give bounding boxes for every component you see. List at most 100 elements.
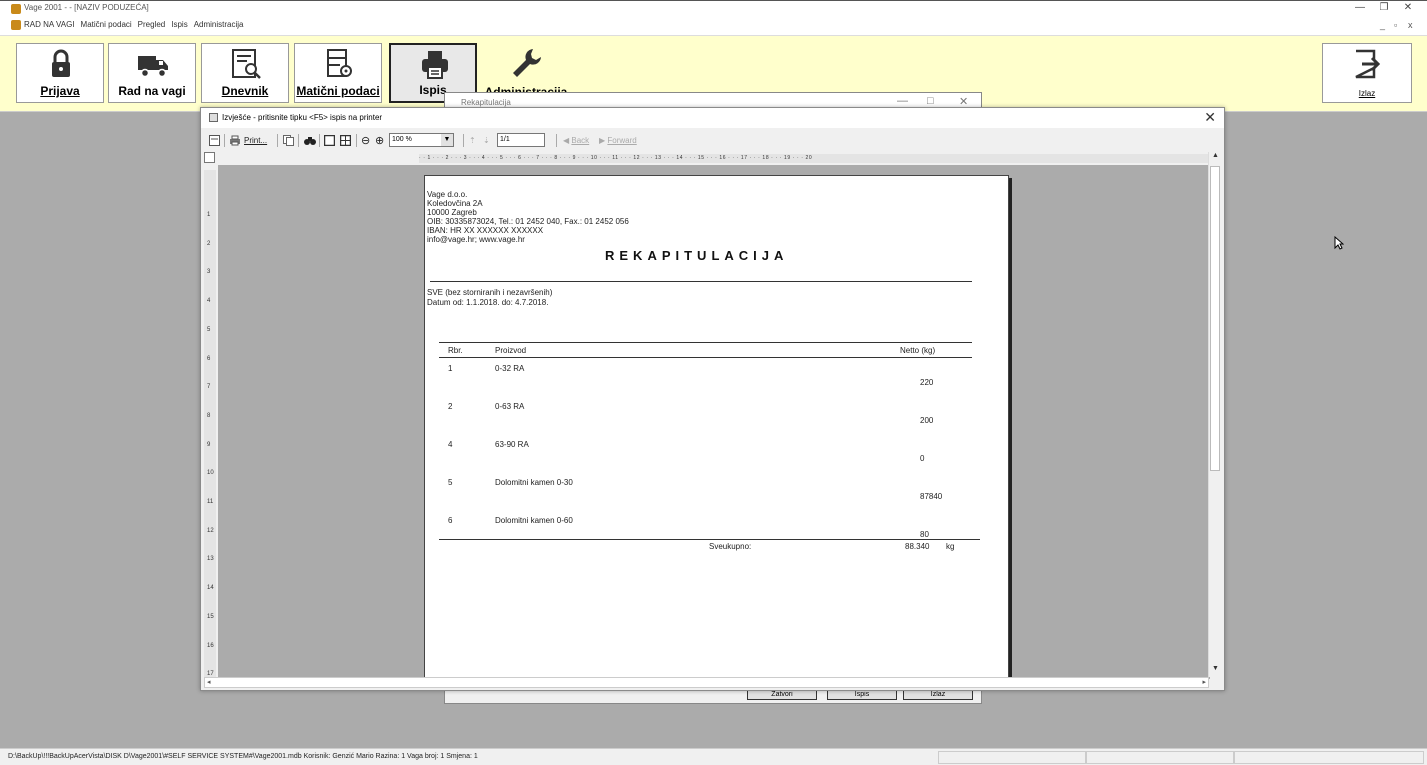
ruler-mark: 4 bbox=[207, 298, 211, 305]
preview-close-button[interactable]: ✕ bbox=[1204, 109, 1216, 126]
mdi-app-icon bbox=[11, 20, 21, 30]
ruler-mark: 13 bbox=[207, 556, 214, 563]
zoom-value: 100 % bbox=[392, 136, 412, 143]
scroll-right-icon[interactable]: ▸ bbox=[1202, 678, 1206, 686]
rad-na-vagi-button[interactable]: Rad na vagi bbox=[108, 43, 196, 103]
report-heading: REKAPITULACIJA bbox=[605, 248, 789, 263]
forward-button[interactable]: ▶ Forward bbox=[599, 132, 637, 148]
row-rbr: 5 bbox=[448, 478, 453, 487]
printer-icon bbox=[422, 51, 448, 79]
menu-ispis[interactable]: Ispis bbox=[171, 20, 187, 29]
menu-administracija[interactable]: Administracija bbox=[194, 20, 244, 29]
total-label: Sveukupno: bbox=[709, 542, 752, 551]
preview-toolbar: Print... ⊖ ⊕ 100 % ▼ ⇡ ⇣ 1/1 ◀ Back ▶ Fo… bbox=[201, 132, 1224, 150]
vertical-scrollbar[interactable]: ▲ ▼ bbox=[1208, 152, 1221, 677]
dnevnik-button[interactable]: Dnevnik bbox=[201, 43, 289, 103]
report-icon bbox=[209, 113, 218, 122]
scroll-up-icon[interactable]: ▲ bbox=[1209, 152, 1222, 164]
zatvori-button[interactable]: Zatvori bbox=[747, 690, 817, 700]
page-setup-icon[interactable] bbox=[209, 132, 220, 148]
row-netto: 80 bbox=[920, 530, 929, 539]
single-page-icon[interactable] bbox=[324, 132, 335, 148]
zoom-in-icon[interactable]: ⊕ bbox=[375, 132, 384, 148]
copy-icon[interactable] bbox=[283, 132, 294, 148]
menu-rad-na-vagi[interactable]: RAD NA VAGI bbox=[24, 20, 75, 29]
zoom-out-icon[interactable]: ⊖ bbox=[361, 132, 370, 148]
scroll-left-icon[interactable]: ◂ bbox=[207, 678, 211, 686]
column-netto: Netto (kg) bbox=[900, 346, 936, 355]
status-cell bbox=[1234, 751, 1424, 764]
ruler-mark: 10 bbox=[207, 470, 214, 477]
minimize-button[interactable]: — bbox=[1350, 2, 1370, 13]
ruler-mark: 9 bbox=[207, 441, 211, 448]
total-line bbox=[439, 539, 980, 540]
exit-icon bbox=[1355, 49, 1381, 79]
company-city: 10000 Zagreb bbox=[427, 208, 477, 217]
close-button[interactable]: ✕ bbox=[1398, 2, 1418, 13]
company-name: Vage d.o.o. bbox=[427, 190, 468, 199]
report-filter: SVE (bez storniranih i nezavršenih) bbox=[427, 288, 553, 297]
wrench-icon bbox=[513, 49, 541, 77]
row-netto: 200 bbox=[920, 416, 934, 425]
rekapitulacija-maximize-button[interactable]: □ bbox=[927, 95, 934, 107]
page-number-field[interactable]: 1/1 bbox=[497, 133, 545, 147]
izlaz-label: Izlaz bbox=[1358, 89, 1376, 98]
back-label: Back bbox=[571, 135, 590, 145]
dnevnik-label: Dnevnik bbox=[221, 84, 269, 98]
status-cell bbox=[1086, 751, 1234, 764]
row-netto: 87840 bbox=[920, 492, 943, 501]
rekapitulacija-minimize-button[interactable]: — bbox=[897, 95, 908, 107]
company-oib: OIB: 30335873024, Tel.: 01 2452 040, Fax… bbox=[427, 217, 629, 226]
ruler-mark: 12 bbox=[207, 527, 214, 534]
print-icon bbox=[230, 135, 240, 145]
next-page-icon[interactable]: ⇣ bbox=[483, 132, 490, 148]
ruler-mark: 16 bbox=[207, 642, 214, 649]
lock-icon bbox=[52, 49, 70, 77]
mdi-restore-button[interactable]: ▫ bbox=[1394, 20, 1397, 30]
horizontal-scrollbar[interactable]: ◂ ▸ bbox=[204, 677, 1209, 688]
menu-maticni-podaci[interactable]: Matični podaci bbox=[81, 20, 132, 29]
print-button[interactable]: Print... bbox=[229, 132, 267, 148]
menu-pregled[interactable]: Pregled bbox=[138, 20, 166, 29]
scroll-down-icon[interactable]: ▼ bbox=[1209, 665, 1222, 677]
prijava-button[interactable]: Prijava bbox=[16, 43, 104, 103]
header-divider bbox=[430, 281, 972, 282]
row-product: Dolomitni kamen 0-30 bbox=[495, 478, 573, 487]
status-cell bbox=[938, 751, 1086, 764]
row-product: 0-32 RA bbox=[495, 364, 525, 373]
rekapitulacija-title: Rekapitulacija bbox=[461, 98, 511, 107]
maticni-podaci-label: Matični podaci bbox=[296, 84, 380, 98]
row-rbr: 1 bbox=[448, 364, 453, 373]
title-bar: Vage 2001 - - [NAZIV PODUZEĆA] — ❐ ✕ bbox=[0, 0, 1427, 16]
find-icon[interactable] bbox=[304, 132, 316, 148]
mdi-minimize-button[interactable]: _ bbox=[1380, 20, 1385, 30]
row-product: Dolomitni kamen 0-60 bbox=[495, 516, 573, 525]
status-bar: D:\BackUp\!!!BackUpAcerVista\DISK D\Vage… bbox=[0, 748, 1427, 765]
app-icon bbox=[11, 4, 21, 14]
ruler-mark: 14 bbox=[207, 585, 214, 592]
behind-ispis-button[interactable]: Ispis bbox=[827, 690, 897, 700]
maticni-podaci-button[interactable]: Matični podaci bbox=[294, 43, 382, 103]
previous-page-icon[interactable]: ⇡ bbox=[469, 132, 476, 148]
company-email: info@vage.hr; www.vage.hr bbox=[427, 235, 525, 244]
zoom-select[interactable]: 100 % ▼ bbox=[389, 133, 454, 147]
scroll-thumb[interactable] bbox=[1210, 166, 1220, 471]
restore-button[interactable]: ❐ bbox=[1374, 2, 1394, 13]
mdi-close-button[interactable]: x bbox=[1408, 20, 1413, 30]
column-proizvod: Proizvod bbox=[495, 346, 527, 355]
preview-titlebar: Izvješće - pritisnite tipku <F5> ispis n… bbox=[201, 108, 1224, 128]
multi-page-icon[interactable] bbox=[340, 132, 351, 148]
behind-izlaz-button[interactable]: Izlaz bbox=[903, 690, 973, 700]
window-title: Vage 2001 - - [NAZIV PODUZEĆA] bbox=[24, 3, 149, 12]
izlaz-button[interactable]: Izlaz bbox=[1322, 43, 1412, 103]
preview-canvas: Vage d.o.o. Koledovčina 2A 10000 Zagreb … bbox=[218, 165, 1210, 679]
total-unit: kg bbox=[946, 542, 955, 551]
table-header-line bbox=[439, 357, 972, 358]
row-netto: 220 bbox=[920, 378, 934, 387]
back-icon: ◀ bbox=[563, 135, 570, 145]
ruler-mark: 5 bbox=[207, 326, 211, 333]
ruler-corner bbox=[204, 152, 215, 163]
report-page: Vage d.o.o. Koledovčina 2A 10000 Zagreb … bbox=[424, 175, 1009, 679]
ruler-mark: 6 bbox=[207, 355, 211, 362]
back-button[interactable]: ◀ Back bbox=[563, 132, 589, 148]
